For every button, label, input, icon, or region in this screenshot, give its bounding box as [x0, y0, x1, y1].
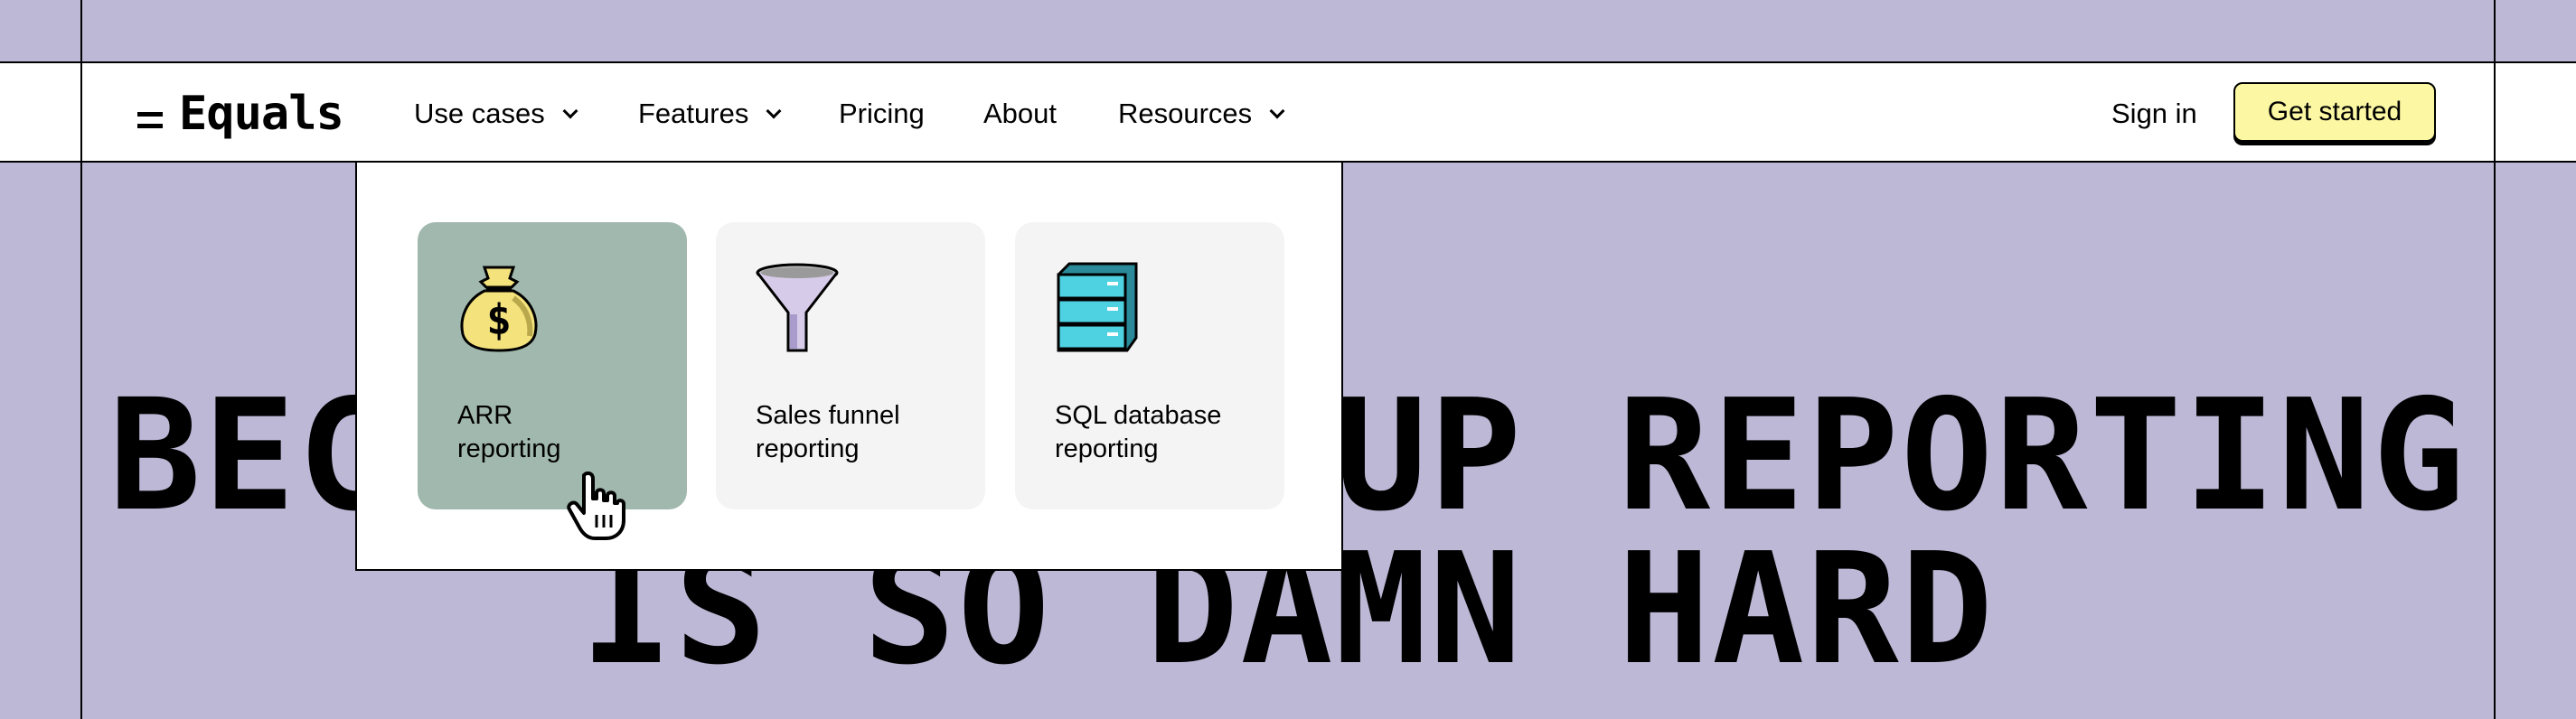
use-case-card-sales-funnel[interactable]: Sales funnel reporting — [716, 222, 985, 509]
svg-text:$: $ — [486, 295, 512, 344]
nav-pricing[interactable]: Pricing — [839, 98, 925, 130]
card-label: ARR reporting — [457, 401, 561, 463]
nav-pricing-label: Pricing — [839, 98, 925, 129]
use-cases-dropdown: $ ARR reporting Sales funnel reporting S… — [355, 163, 1343, 571]
use-case-card-arr[interactable]: $ ARR reporting — [418, 222, 687, 509]
equals-logo-icon — [137, 112, 163, 128]
card-label: SQL database reporting — [1055, 401, 1222, 463]
chevron-down-icon — [1269, 103, 1285, 119]
nav-features-label: Features — [638, 98, 749, 129]
nav-resources-label: Resources — [1118, 98, 1253, 129]
navbar-grid-line-left — [80, 63, 82, 161]
use-case-card-sql-database[interactable]: SQL database reporting — [1015, 222, 1284, 509]
hand-pointer-cursor-icon — [567, 472, 625, 540]
chevron-down-icon — [562, 103, 578, 119]
funnel-icon — [756, 263, 839, 352]
top-band — [0, 0, 2576, 61]
database-icon — [1057, 262, 1138, 352]
logo[interactable]: Equals — [137, 87, 344, 141]
chevron-down-icon — [766, 103, 782, 119]
nav-use-cases[interactable]: Use cases — [414, 98, 578, 130]
navbar: Equals Use cases Features Pricing About … — [0, 61, 2576, 163]
navbar-grid-line-right — [2494, 63, 2496, 161]
nav-about-label: About — [983, 98, 1058, 129]
card-label: Sales funnel reporting — [756, 401, 900, 463]
nav-features[interactable]: Features — [638, 98, 782, 130]
money-bag-icon: $ — [460, 266, 538, 352]
nav-resources[interactable]: Resources — [1118, 98, 1285, 130]
get-started-button[interactable]: Get started — [2233, 82, 2436, 142]
nav-use-cases-label: Use cases — [414, 98, 545, 129]
nav-about[interactable]: About — [983, 98, 1057, 130]
sign-in-link[interactable]: Sign in — [2111, 98, 2197, 130]
logo-text: Equals — [179, 87, 344, 141]
